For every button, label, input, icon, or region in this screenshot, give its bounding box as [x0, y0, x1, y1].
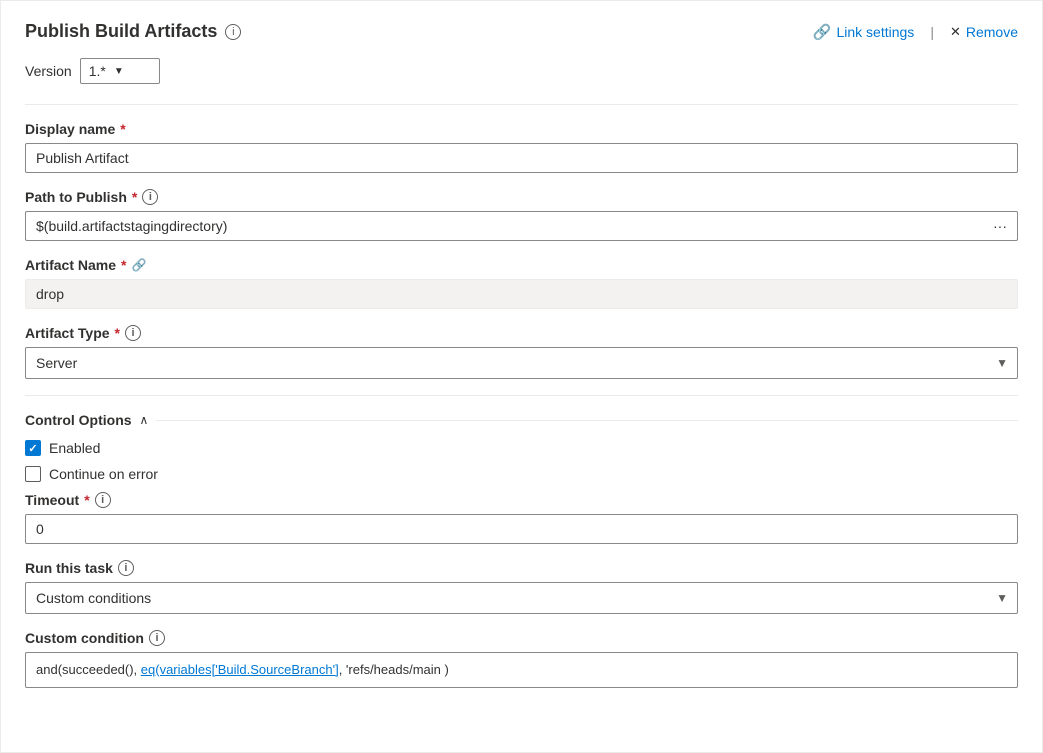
- remove-icon: ✕: [950, 24, 961, 40]
- custom-condition-text: and(succeeded(), eq(variables['Build.Sou…: [36, 662, 449, 677]
- display-name-input[interactable]: [25, 143, 1018, 173]
- run-task-select[interactable]: Agent job run conditions Only when all p…: [25, 582, 1018, 614]
- custom-condition-info-icon[interactable]: i: [149, 630, 165, 646]
- control-divider: [25, 395, 1018, 396]
- enabled-checkbox[interactable]: [25, 440, 41, 456]
- enabled-checkbox-row: Enabled: [25, 440, 1018, 456]
- path-to-publish-input[interactable]: [25, 211, 983, 241]
- header-row: Publish Build Artifacts i 🔗 Link setting…: [25, 21, 1018, 42]
- link-settings-label: Link settings: [836, 24, 914, 40]
- run-task-label: Run this task i: [25, 560, 1018, 576]
- run-task-group: Run this task i Agent job run conditions…: [25, 560, 1018, 614]
- title-area: Publish Build Artifacts i: [25, 21, 241, 42]
- link-settings-button[interactable]: 🔗 Link settings: [813, 23, 915, 41]
- artifact-type-label: Artifact Type * i: [25, 325, 1018, 341]
- ellipsis-icon: ···: [993, 218, 1007, 234]
- custom-condition-label: Custom condition i: [25, 630, 1018, 646]
- remove-button[interactable]: ✕ Remove: [950, 24, 1018, 40]
- control-options-section-header: Control Options ∧: [25, 412, 1018, 428]
- header-actions: 🔗 Link settings | ✕ Remove: [813, 23, 1018, 41]
- required-star: *: [120, 121, 125, 137]
- custom-condition-link: eq(variables['Build.SourceBranch']: [141, 662, 339, 677]
- version-value: 1.*: [89, 63, 106, 79]
- timeout-label: Timeout * i: [25, 492, 1018, 508]
- artifact-type-select-wrapper: Server File share ▼: [25, 347, 1018, 379]
- path-ellipsis-button[interactable]: ···: [983, 211, 1018, 241]
- page-title: Publish Build Artifacts: [25, 21, 217, 42]
- control-options-title: Control Options: [25, 412, 132, 428]
- artifact-name-group: Artifact Name * 🔗 drop: [25, 257, 1018, 309]
- required-star-type: *: [115, 325, 120, 341]
- artifact-name-display: drop: [25, 279, 1018, 309]
- artifact-type-group: Artifact Type * i Server File share ▼: [25, 325, 1018, 379]
- custom-condition-group: Custom condition i and(succeeded(), eq(v…: [25, 630, 1018, 688]
- title-info-icon[interactable]: i: [225, 24, 241, 40]
- required-star-timeout: *: [84, 492, 89, 508]
- path-to-publish-group: Path to Publish * i ···: [25, 189, 1018, 241]
- path-info-icon[interactable]: i: [142, 189, 158, 205]
- enabled-label: Enabled: [49, 440, 100, 456]
- control-options-divider: [156, 420, 1018, 421]
- chevron-down-icon: ▼: [114, 66, 124, 77]
- version-label: Version: [25, 63, 72, 79]
- link-icon: 🔗: [813, 23, 832, 41]
- path-to-publish-label: Path to Publish * i: [25, 189, 1018, 205]
- timeout-group: Timeout * i: [25, 492, 1018, 544]
- continue-on-error-checkbox-row: Continue on error: [25, 466, 1018, 482]
- continue-on-error-checkbox[interactable]: [25, 466, 41, 482]
- required-star-path: *: [132, 189, 137, 205]
- artifact-type-info-icon[interactable]: i: [125, 325, 141, 341]
- control-options-collapse-icon[interactable]: ∧: [140, 413, 149, 427]
- run-task-select-wrapper: Agent job run conditions Only when all p…: [25, 582, 1018, 614]
- timeout-info-icon[interactable]: i: [95, 492, 111, 508]
- custom-condition-display: and(succeeded(), eq(variables['Build.Sou…: [25, 652, 1018, 688]
- continue-on-error-label: Continue on error: [49, 466, 158, 482]
- remove-label: Remove: [966, 24, 1018, 40]
- run-task-info-icon[interactable]: i: [118, 560, 134, 576]
- timeout-input[interactable]: [25, 514, 1018, 544]
- display-name-label: Display name *: [25, 121, 1018, 137]
- artifact-name-label: Artifact Name * 🔗: [25, 257, 1018, 273]
- separator: |: [930, 24, 934, 40]
- version-row: Version 1.* ▼: [25, 58, 1018, 84]
- display-name-group: Display name *: [25, 121, 1018, 173]
- path-input-wrapper: ···: [25, 211, 1018, 241]
- version-select[interactable]: 1.* ▼: [80, 58, 160, 84]
- top-divider: [25, 104, 1018, 105]
- artifact-type-select[interactable]: Server File share: [25, 347, 1018, 379]
- chain-icon: 🔗: [131, 258, 146, 272]
- required-star-artifact: *: [121, 257, 126, 273]
